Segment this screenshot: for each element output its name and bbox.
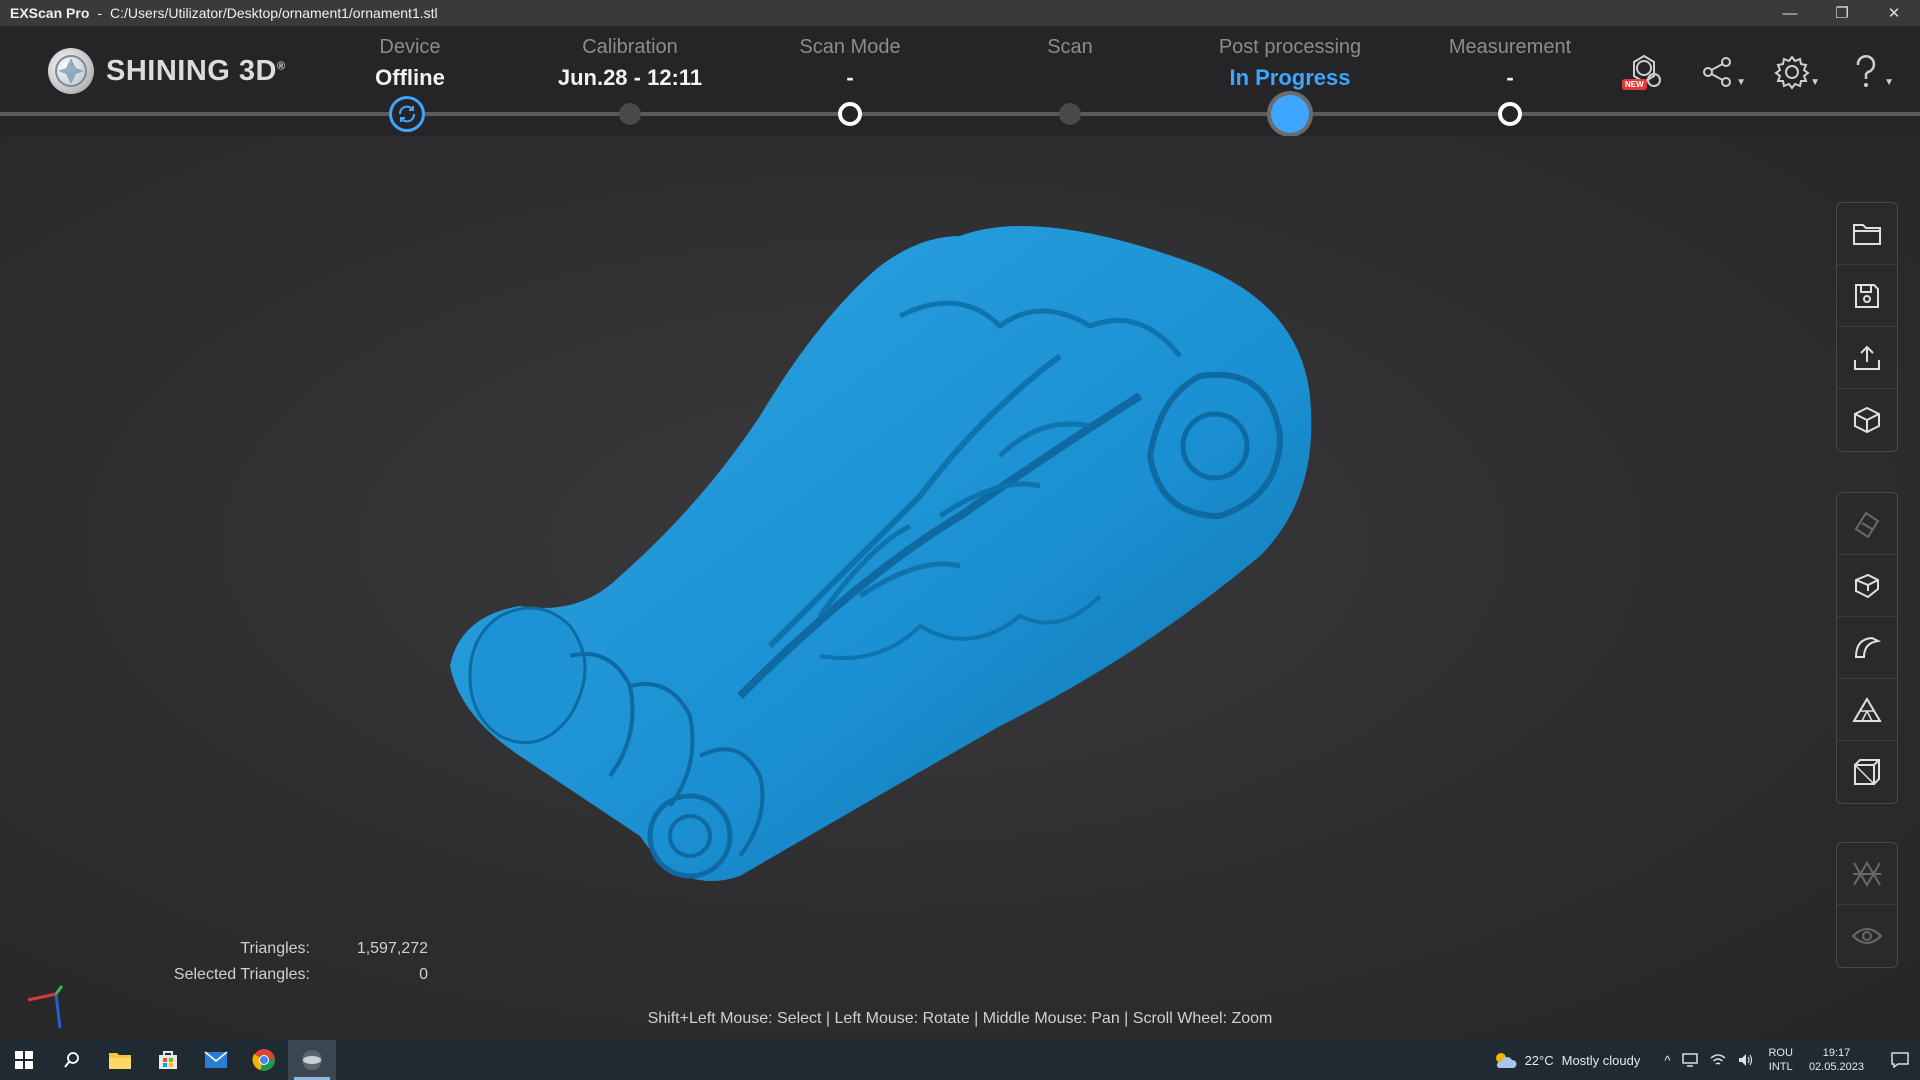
step-scan-value	[960, 65, 1180, 93]
start-button[interactable]	[0, 1040, 48, 1080]
open-folder-icon[interactable]	[1837, 203, 1897, 265]
bounding-box-icon[interactable]	[1837, 741, 1897, 803]
search-button[interactable]	[48, 1040, 96, 1080]
mouse-hint: Shift+Left Mouse: Select | Left Mouse: R…	[647, 1010, 1273, 1027]
triangles-label: Triangles:	[240, 940, 310, 957]
share-caret-icon: ▼	[1736, 77, 1746, 88]
chrome-icon	[252, 1049, 275, 1071]
help-caret-icon: ▼	[1884, 77, 1894, 88]
share-icon[interactable]: ▼	[1694, 48, 1746, 96]
windows-icon	[15, 1051, 33, 1069]
smooth-icon[interactable]	[1837, 617, 1897, 679]
step-scan-mode-value: -	[846, 65, 854, 90]
mail-icon	[204, 1051, 228, 1068]
close-button[interactable]: ✕	[1868, 0, 1920, 26]
step-measurement-label: Measurement	[1448, 36, 1572, 58]
title-separator: -	[97, 5, 103, 21]
notification-icon	[1891, 1052, 1909, 1068]
store-icon	[159, 1051, 177, 1069]
file-tool-group	[1836, 202, 1898, 452]
logo-mark-icon	[48, 48, 94, 94]
brand-logo: SHINING 3D®	[48, 48, 286, 94]
store-button[interactable]	[144, 1040, 192, 1080]
volume-icon[interactable]	[1738, 1053, 1754, 1067]
chrome-button[interactable]	[240, 1040, 288, 1080]
step-post-processing-label: Post processing	[1218, 36, 1362, 58]
step-device-label: Device	[379, 36, 441, 58]
model-update-icon[interactable]: NEW	[1620, 48, 1668, 96]
app-name: EXScan Pro	[10, 5, 90, 21]
clock[interactable]: 19:17 02.05.2023	[1809, 1046, 1864, 1074]
edit-disabled-icon[interactable]	[1837, 493, 1897, 555]
cloud-icon	[1495, 1053, 1517, 1068]
step-measurement[interactable]: Measurement -	[1400, 36, 1620, 93]
fill-holes-icon[interactable]	[1837, 555, 1897, 617]
device-refresh-icon[interactable]	[389, 96, 425, 132]
step-scan-label: Scan	[1047, 36, 1093, 58]
cube-view-icon[interactable]	[1837, 389, 1897, 451]
network-device-icon[interactable]	[1682, 1053, 1699, 1067]
calibration-node[interactable]	[619, 103, 641, 125]
title-bar: EXScan Pro - C:/Users/Utilizator/Desktop…	[0, 0, 1920, 26]
weather-widget[interactable]: 22°C Mostly cloudy	[1493, 1050, 1641, 1070]
mail-button[interactable]	[192, 1040, 240, 1080]
scan-node[interactable]	[1059, 103, 1081, 125]
taskbar: 22°C Mostly cloudy ^ ROU INTL 19:17 02.0…	[0, 1040, 1920, 1080]
step-scan-mode[interactable]: Scan Mode -	[740, 36, 960, 93]
input-language[interactable]: ROU INTL	[1768, 1046, 1792, 1074]
scan-mode-node[interactable]	[838, 102, 862, 126]
selected-triangles-value: 0	[419, 966, 428, 983]
system-tray: ^	[1664, 1053, 1754, 1068]
search-icon	[64, 1052, 79, 1068]
restore-button[interactable]: ❐	[1816, 0, 1868, 26]
weather-temp: 22°C	[1524, 1052, 1554, 1068]
file-explorer-button[interactable]	[96, 1040, 144, 1080]
brand-name: SHINING 3D®	[106, 54, 286, 87]
lang-code: ROU	[1768, 1047, 1793, 1059]
exscan-button[interactable]	[288, 1040, 336, 1080]
edit-tool-group	[1836, 492, 1898, 804]
mirror-icon[interactable]	[1837, 843, 1897, 905]
step-device[interactable]: Device Offline	[300, 36, 520, 93]
post-processing-node[interactable]	[1271, 95, 1309, 133]
file-path: C:/Users/Utilizator/Desktop/ornament1/or…	[110, 5, 438, 21]
export-icon[interactable]	[1837, 327, 1897, 389]
folder-icon	[109, 1053, 131, 1069]
step-calibration[interactable]: Calibration Jun.28 - 12:11	[520, 36, 740, 93]
view-tool-group	[1836, 842, 1898, 968]
step-post-processing[interactable]: Post processing In Progress	[1180, 36, 1400, 93]
workflow-header: SHINING 3D® Device Offline Calibration J…	[0, 26, 1920, 136]
notifications-button[interactable]	[1880, 1052, 1920, 1068]
lang-layout: INTL	[1768, 1061, 1793, 1073]
settings-icon[interactable]: ▼	[1768, 48, 1820, 96]
step-post-processing-value: In Progress	[1229, 65, 1351, 90]
wifi-icon[interactable]	[1710, 1053, 1726, 1067]
tray-chevron-icon[interactable]: ^	[1664, 1053, 1670, 1068]
mesh-stats: Triangles: 1,597,272 Selected Triangles:…	[150, 936, 428, 988]
weather-text: Mostly cloudy	[1561, 1052, 1641, 1068]
scanned-mesh-model[interactable]	[440, 196, 1340, 916]
simplify-icon[interactable]	[1837, 679, 1897, 741]
new-badge: NEW	[1622, 79, 1647, 90]
triangles-value: 1,597,272	[356, 940, 428, 957]
selected-triangles-label: Selected Triangles:	[173, 966, 310, 983]
measurement-node[interactable]	[1498, 102, 1522, 126]
clock-time: 19:17	[1822, 1047, 1851, 1059]
save-icon[interactable]	[1837, 265, 1897, 327]
help-icon[interactable]: ▼	[1842, 48, 1894, 96]
progress-track	[0, 112, 1920, 116]
step-scan[interactable]: Scan	[960, 36, 1180, 93]
clock-date: 02.05.2023	[1808, 1061, 1864, 1073]
exscan-app-icon	[302, 1050, 322, 1070]
settings-caret-icon: ▼	[1810, 77, 1820, 88]
step-measurement-value: -	[1506, 65, 1514, 90]
visibility-icon[interactable]	[1837, 905, 1897, 967]
step-calibration-value: Jun.28 - 12:11	[557, 65, 703, 90]
step-scan-mode-label: Scan Mode	[799, 36, 901, 58]
3d-viewport[interactable]: Triangles: 1,597,272 Selected Triangles:…	[0, 136, 1920, 1040]
minimize-button[interactable]: —	[1764, 0, 1816, 26]
step-device-value: Offline	[375, 65, 445, 90]
step-calibration-label: Calibration	[582, 36, 678, 58]
